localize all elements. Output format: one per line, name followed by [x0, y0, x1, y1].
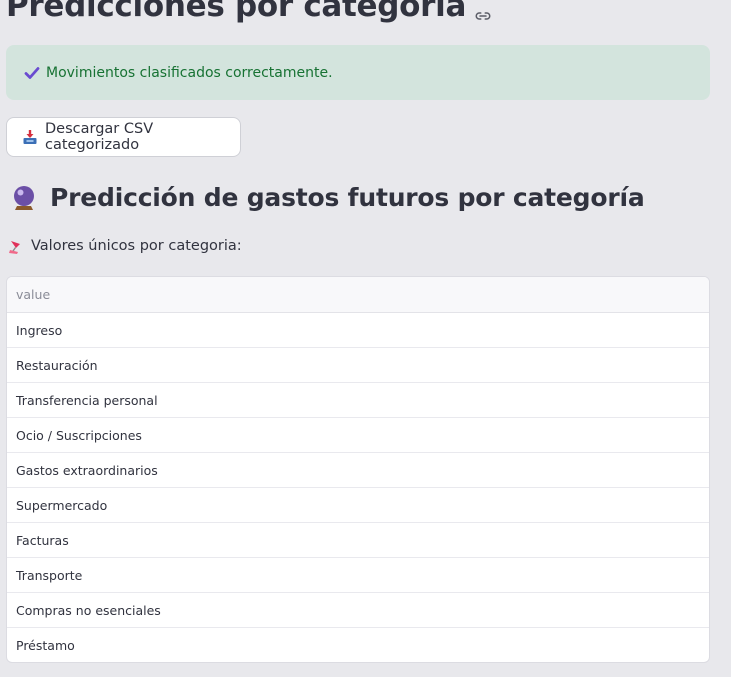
download-csv-button[interactable]: Descargar CSV categorizado — [6, 117, 241, 157]
table-row[interactable]: Ocio / Suscripciones — [7, 418, 709, 453]
table-cell: Préstamo — [16, 638, 75, 653]
table-cell: Ingreso — [16, 322, 63, 338]
pin-icon — [8, 239, 23, 254]
unique-values-table: value Ingreso Restauración Transferencia… — [6, 276, 710, 663]
table-row[interactable]: Gastos extraordinarios — [7, 453, 709, 488]
table-row[interactable]: Ingreso — [7, 313, 709, 348]
table-row[interactable]: Facturas — [7, 523, 709, 558]
table-cell: Ocio / Suscripciones — [16, 427, 142, 443]
table-header: value — [7, 277, 709, 313]
table-cell: Restauración — [16, 357, 98, 373]
table-cell: Gastos extraordinarios — [16, 462, 158, 478]
success-alert: Movimientos clasificados correctamente. — [6, 45, 710, 100]
table-cell: Transporte — [16, 567, 83, 583]
column-header-value[interactable]: value — [16, 287, 50, 302]
table-cell: Compras no esenciales — [16, 602, 161, 618]
table-row[interactable]: Compras no esenciales — [7, 593, 709, 628]
download-csv-label: Descargar CSV categorizado — [45, 121, 154, 153]
table-row[interactable]: Restauración — [7, 348, 709, 383]
table-row[interactable]: Préstamo — [7, 628, 709, 662]
table-cell: Supermercado — [16, 497, 108, 513]
section-heading-text: Predicción de gastos futuros por categor… — [50, 183, 645, 212]
table-row[interactable]: Supermercado — [7, 488, 709, 523]
success-alert-message: Movimientos clasificados correctamente. — [46, 64, 333, 81]
page-title: Predicciones por categoría — [6, 0, 492, 24]
table-row[interactable]: Transferencia personal — [7, 383, 709, 418]
link-icon[interactable] — [474, 0, 492, 20]
check-icon — [24, 65, 40, 81]
crystal-ball-icon — [10, 184, 38, 212]
inbox-tray-icon — [22, 129, 38, 145]
page: Predicciones por categoría Movimientos c… — [0, 0, 731, 677]
section-heading: Predicción de gastos futuros por categor… — [10, 183, 645, 212]
unique-values-caption-text: Valores únicos por categoria: — [31, 238, 242, 254]
unique-values-caption: Valores únicos por categoria: — [8, 238, 242, 254]
table-row[interactable]: Transporte — [7, 558, 709, 593]
page-title-text: Predicciones por categoría — [6, 0, 467, 24]
table-cell: Facturas — [16, 532, 69, 548]
table-cell: Transferencia personal — [16, 392, 158, 408]
